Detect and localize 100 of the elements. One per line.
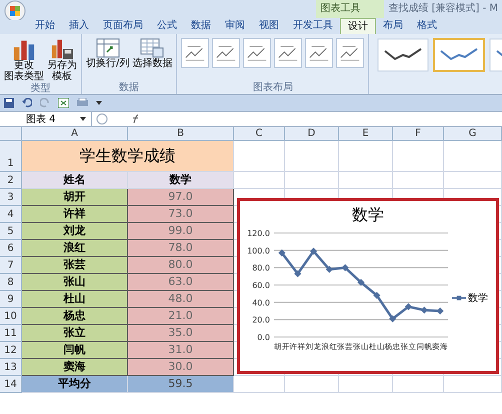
point: [404, 303, 412, 310]
header-cell: 姓名: [22, 172, 128, 189]
dropdown-arrow-icon[interactable]: [80, 117, 86, 121]
y-tick-label: 120.0: [247, 229, 270, 238]
save-icon[interactable]: [4, 98, 14, 108]
ribbon-tab[interactable]: 数据: [184, 18, 218, 34]
point: [420, 306, 428, 314]
score-cell: 97.0: [128, 189, 234, 206]
score-cell: 31.0: [128, 342, 234, 359]
column-header[interactable]: D: [285, 127, 339, 141]
ribbon-tab[interactable]: 页面布局: [96, 18, 150, 34]
legend-label: 数学: [468, 292, 488, 306]
point: [389, 315, 396, 322]
column-header[interactable]: B: [128, 127, 234, 141]
ribbon-tab[interactable]: 格式: [410, 18, 444, 34]
chart-layout-thumbnail[interactable]: [305, 38, 334, 68]
chart-save-icon: [49, 38, 75, 60]
ribbon-tab[interactable]: 公式: [150, 18, 184, 34]
column-header[interactable]: A: [22, 127, 128, 141]
score-cell: 21.0: [128, 308, 234, 325]
score-cell: 78.0: [128, 240, 234, 257]
name-cell: 张立: [22, 325, 128, 342]
column-header[interactable]: E: [339, 127, 393, 141]
point: [357, 278, 365, 286]
row-header[interactable]: 1: [0, 141, 22, 172]
chart-style-thumbnail[interactable]: [433, 38, 486, 72]
point: [436, 307, 444, 315]
line-chart-icon: [308, 44, 330, 62]
table-swap-icon: [96, 38, 120, 58]
ribbon-tab[interactable]: 开始: [28, 18, 62, 34]
column-header[interactable]: F: [393, 127, 444, 141]
name-cell: 许祥: [22, 206, 128, 223]
chart-layout-thumbnail[interactable]: [336, 38, 364, 68]
row-header[interactable]: 9: [0, 291, 22, 308]
chart-layout-thumbnail[interactable]: [274, 38, 302, 68]
spreadsheet-icon[interactable]: [58, 98, 69, 108]
ribbon-tab[interactable]: 审阅: [218, 18, 252, 34]
name-cell: 胡开: [22, 189, 128, 206]
ribbon-button[interactable]: 更改 图表类型: [4, 38, 44, 82]
row-header[interactable]: 8: [0, 274, 22, 291]
name-cell: 窦海: [22, 359, 128, 376]
point: [278, 249, 286, 256]
table-select-icon: [140, 38, 164, 58]
group-label: 类型: [30, 82, 52, 95]
row-header[interactable]: 5: [0, 223, 22, 240]
title-cell: 学生数学成绩: [22, 141, 234, 172]
row-header[interactable]: 13: [0, 359, 22, 376]
row-header[interactable]: 11: [0, 325, 22, 342]
ribbon-button[interactable]: 另存为 模板: [47, 38, 77, 82]
ribbon-button[interactable]: 选择数据: [132, 38, 172, 69]
name-cell: 刘龙: [22, 223, 128, 240]
score-cell: 99.0: [128, 223, 234, 240]
undo-icon[interactable]: [22, 98, 32, 108]
ribbon-tab[interactable]: 视图: [252, 18, 286, 34]
select-all-corner[interactable]: [0, 127, 22, 141]
score-cell: 73.0: [128, 206, 234, 223]
row-header[interactable]: 2: [0, 172, 22, 189]
score-cell: 63.0: [128, 274, 234, 291]
window-title: 查找成绩 [兼容模式] - M: [387, 2, 499, 16]
name-cell: 张山: [22, 274, 128, 291]
chart-layout-thumbnail[interactable]: [212, 38, 240, 68]
row-header[interactable]: 14: [0, 376, 22, 393]
score-cell: 30.0: [128, 359, 234, 376]
y-tick-label: 80.0: [252, 264, 270, 273]
point: [373, 292, 380, 299]
name-cell: 闫帆: [22, 342, 128, 359]
average-cell: 59.5: [128, 376, 234, 393]
ribbon-tab[interactable]: 开发工具: [286, 18, 340, 34]
context-tab-group-label: 图表工具: [316, 0, 384, 18]
dropdown-arrow-icon[interactable]: [96, 101, 102, 105]
y-tick-label: 60.0: [252, 281, 270, 290]
row-header[interactable]: 3: [0, 189, 22, 206]
footer-label-cell: 平均分: [22, 376, 128, 393]
group-label: 图表布局: [252, 81, 294, 94]
y-tick-label: 20.0: [252, 316, 270, 325]
column-header[interactable]: G: [444, 127, 502, 141]
ribbon-tab[interactable]: 布局: [376, 18, 410, 34]
line-chart-icon: [215, 44, 238, 62]
redo-icon[interactable]: [40, 98, 50, 108]
chart-layout-thumbnail[interactable]: [243, 38, 272, 68]
row-header[interactable]: 12: [0, 342, 22, 359]
ribbon-tab[interactable]: 设计: [340, 18, 376, 34]
row-header[interactable]: 4: [0, 206, 22, 223]
row-header[interactable]: 10: [0, 308, 22, 325]
y-tick-label: 100.0: [247, 246, 270, 256]
line-chart-icon: [277, 44, 300, 62]
line-chart-icon: [184, 44, 206, 62]
column-header[interactable]: C: [234, 127, 285, 141]
chart-layout-thumbnail[interactable]: [181, 38, 210, 68]
name-cell: 张芸: [22, 257, 128, 274]
name-cell: 浪红: [22, 240, 128, 257]
chart-style-thumbnail[interactable]: [377, 38, 430, 72]
bar-chart-icon: [11, 38, 37, 60]
row-header[interactable]: 7: [0, 257, 22, 274]
point: [294, 270, 302, 278]
ribbon-button[interactable]: 切换行/列: [86, 38, 130, 69]
row-header[interactable]: 6: [0, 240, 22, 257]
name-cell: 杜山: [22, 291, 128, 308]
ribbon-tab[interactable]: 插入: [62, 18, 96, 34]
printer-icon[interactable]: [77, 98, 88, 108]
